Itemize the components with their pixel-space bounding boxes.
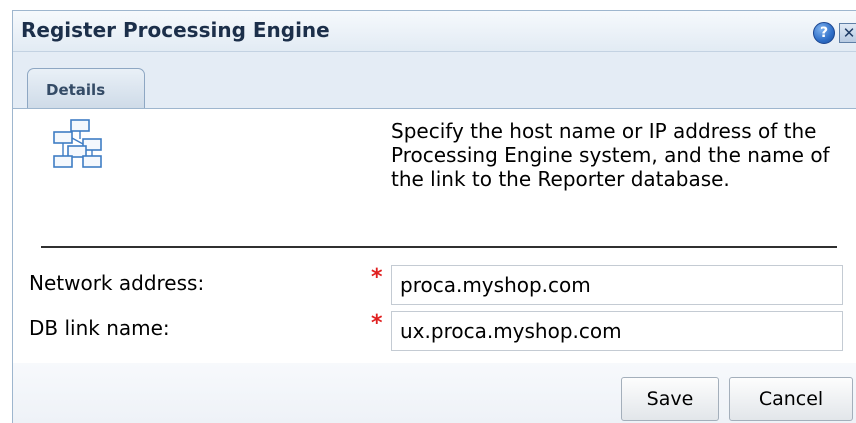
save-button[interactable]: Save	[621, 377, 719, 421]
divider	[41, 246, 837, 248]
register-processing-engine-dialog: Register Processing Engine ? ✕ Details S…	[12, 10, 856, 423]
hierarchy-icon	[53, 119, 102, 168]
dialog-title: Register Processing Engine	[21, 18, 330, 42]
network-address-label: Network address:	[29, 271, 205, 295]
dialog-titlebar[interactable]: Register Processing Engine ? ✕	[13, 11, 856, 52]
tab-details[interactable]: Details	[27, 68, 145, 108]
instructions-text: Specify the host name or IP address of t…	[391, 119, 830, 191]
db-link-name-input[interactable]	[391, 311, 843, 351]
db-link-name-label: DB link name:	[29, 316, 170, 340]
help-icon[interactable]: ?	[813, 22, 835, 44]
dialog-footer: Save Cancel	[13, 363, 856, 423]
details-panel: Specify the host name or IP address of t…	[13, 109, 856, 364]
tab-strip: Details	[13, 52, 856, 109]
network-address-input[interactable]	[391, 265, 843, 305]
close-icon[interactable]: ✕	[839, 23, 856, 43]
tab-details-label: Details	[46, 81, 106, 99]
required-marker: *	[371, 311, 383, 336]
required-marker: *	[371, 265, 383, 290]
cancel-button[interactable]: Cancel	[729, 377, 853, 421]
